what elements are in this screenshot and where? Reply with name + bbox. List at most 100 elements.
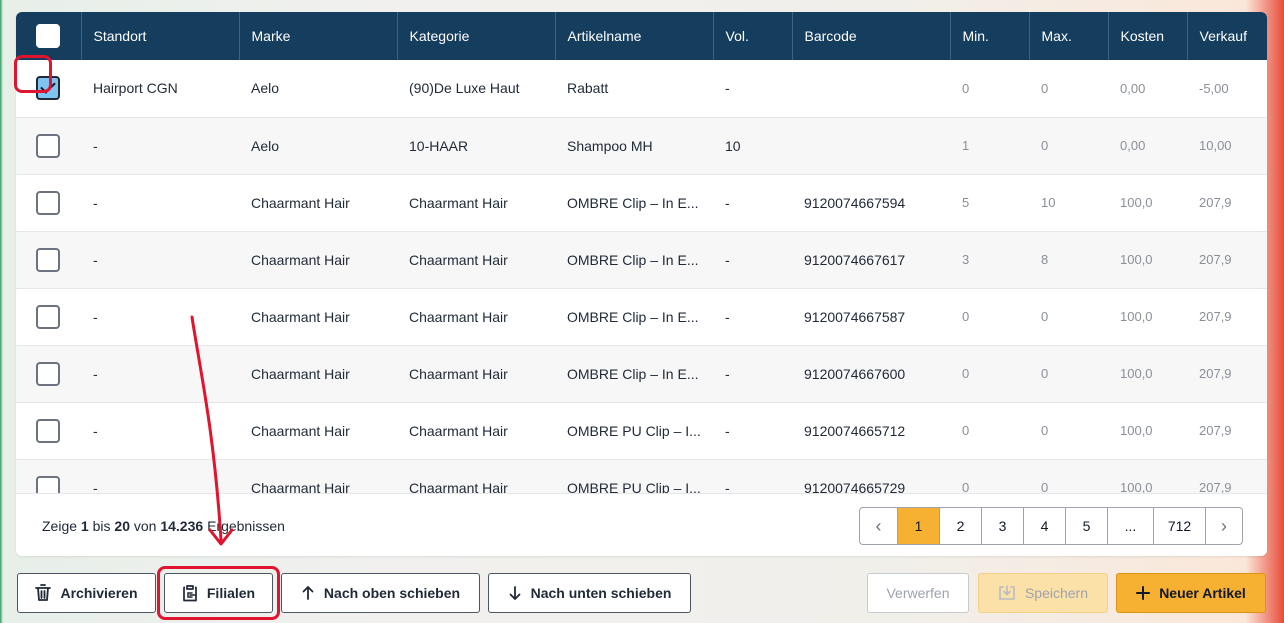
- table-cell: OMBRE Clip – In E...: [567, 308, 699, 325]
- table-header-row: Standort Marke Kategorie Artikelname Vol. Bar…: [16, 12, 1267, 60]
- chevron-left-icon[interactable]: ‹: [860, 508, 898, 544]
- pagination-page[interactable]: 5: [1066, 508, 1108, 544]
- table-cell: 207,9: [1199, 309, 1232, 324]
- branches-button[interactable]: Filialen: [164, 573, 273, 613]
- row-select-cell: [16, 402, 81, 459]
- discard-button-label: Verwerfen: [886, 585, 950, 601]
- column-header[interactable]: Max.: [1029, 12, 1109, 60]
- table-row[interactable]: - Aelo 10-HAAR Shampoo MH 10 1 0 0,00 10,00: [16, 117, 1267, 174]
- table-cell: OMBRE Clip – In E...: [567, 194, 699, 211]
- pagination-page[interactable]: 1: [898, 508, 940, 544]
- table-cell: 207,9: [1199, 480, 1232, 493]
- table-cell: 0,00: [1120, 138, 1146, 153]
- table-cell: 0: [962, 366, 970, 381]
- move-down-button[interactable]: Nach unten schieben: [488, 573, 691, 613]
- arrow-up-icon: [302, 586, 314, 600]
- column-header[interactable]: Kategorie: [397, 12, 556, 60]
- table-cell: -: [725, 308, 730, 325]
- table-row[interactable]: - Chaarmant Hair Chaarmant Hair OMBRE Clip …: [16, 345, 1267, 402]
- chevron-right-icon[interactable]: ›: [1206, 508, 1242, 544]
- table-cell: 0: [962, 480, 970, 493]
- table-row[interactable]: - Chaarmant Hair Chaarmant Hair OMBRE Clip …: [16, 231, 1267, 288]
- articles-card: Standort Marke Kategorie Artikelname Vol. Bar…: [16, 12, 1267, 556]
- table-cell: Chaarmant Hair: [251, 194, 350, 211]
- archive-button-label: Archivieren: [60, 585, 138, 601]
- table-footer: Zeige 1 bis 20 von 14.236 Ergebnissen ‹ 1…: [16, 493, 1267, 556]
- column-header[interactable]: Verkauf: [1187, 12, 1267, 60]
- row-checkbox[interactable]: [36, 247, 60, 272]
- new-item-button[interactable]: Neuer Artikel: [1116, 573, 1266, 613]
- table-cell: Hairport CGN: [93, 80, 178, 97]
- pagination-page[interactable]: ...: [1108, 508, 1154, 544]
- pagination-page[interactable]: 4: [1024, 508, 1066, 544]
- table-cell: 0: [1041, 80, 1049, 96]
- row-checkbox[interactable]: [36, 190, 60, 215]
- table-cell: OMBRE Clip – In E...: [567, 251, 699, 268]
- table-cell: -: [725, 251, 730, 268]
- table-cell: Chaarmant Hair: [251, 308, 350, 325]
- column-header[interactable]: Kosten: [1108, 12, 1188, 60]
- column-header[interactable]: Artikelname: [555, 12, 714, 60]
- row-checkbox[interactable]: [36, 475, 60, 493]
- table-cell: 100,0: [1120, 309, 1153, 324]
- pagination-page[interactable]: 2: [940, 508, 982, 544]
- column-header[interactable]: Vol.: [713, 12, 793, 60]
- table-cell: 0: [1041, 138, 1049, 153]
- table-cell: 100,0: [1120, 423, 1153, 438]
- table-cell: Chaarmant Hair: [409, 251, 508, 268]
- table-cell: 207,9: [1199, 252, 1232, 267]
- table-cell: -: [93, 422, 98, 439]
- row-select-cell: [16, 288, 81, 345]
- move-up-button[interactable]: Nach oben schieben: [281, 573, 480, 613]
- archive-button[interactable]: Archivieren: [17, 573, 156, 613]
- table-cell: Chaarmant Hair: [409, 308, 508, 325]
- column-header[interactable]: Barcode: [792, 12, 951, 60]
- summary-von: von: [133, 518, 157, 534]
- pagination-page[interactable]: 3: [982, 508, 1024, 544]
- table-cell: 5: [962, 195, 970, 210]
- table-row[interactable]: - Chaarmant Hair Chaarmant Hair OMBRE PU Cl…: [16, 402, 1267, 459]
- table-cell: -: [93, 137, 98, 154]
- table-cell: -: [93, 251, 98, 268]
- row-checkbox[interactable]: [36, 76, 60, 101]
- column-header[interactable]: Marke: [239, 12, 398, 60]
- table-cell: (90)De Luxe Haut: [409, 80, 520, 97]
- table-cell: -: [725, 422, 730, 439]
- table-cell: 10: [1041, 195, 1056, 210]
- select-all-checkbox[interactable]: [36, 24, 60, 48]
- column-header[interactable]: Standort: [81, 12, 240, 60]
- row-select-cell: [16, 60, 81, 117]
- save-button-label: Speichern: [1024, 585, 1089, 601]
- table-cell: Rabatt: [567, 80, 609, 97]
- table-cell: -: [93, 365, 98, 382]
- discard-button[interactable]: Verwerfen: [867, 573, 969, 613]
- table-cell: Chaarmant Hair: [251, 422, 350, 439]
- table-cell: 10,00: [1199, 138, 1232, 153]
- table-cell: 0: [1041, 423, 1049, 438]
- column-header[interactable]: Min.: [950, 12, 1030, 60]
- table-row[interactable]: - Chaarmant Hair Chaarmant Hair OMBRE Clip …: [16, 174, 1267, 231]
- row-checkbox[interactable]: [36, 418, 60, 443]
- table-cell: 10-HAAR: [409, 137, 469, 154]
- table-cell: Chaarmant Hair: [409, 365, 508, 382]
- row-select-cell: [16, 459, 81, 493]
- row-select-cell: [16, 345, 81, 402]
- row-checkbox[interactable]: [36, 133, 60, 158]
- table-cell: 207,9: [1199, 366, 1232, 381]
- table-cell: -: [93, 308, 98, 325]
- row-checkbox[interactable]: [36, 304, 60, 329]
- table-row[interactable]: - Chaarmant Hair Chaarmant Hair OMBRE Clip …: [16, 288, 1267, 345]
- table-cell: -: [725, 479, 730, 494]
- pagination-page[interactable]: 712: [1154, 508, 1206, 544]
- articles-table-container[interactable]: Standort Marke Kategorie Artikelname Vol. Bar…: [16, 12, 1267, 493]
- table-cell: 0,00: [1120, 80, 1146, 96]
- table-cell: -: [725, 194, 730, 211]
- save-button[interactable]: Speichern: [978, 573, 1108, 613]
- table-row[interactable]: - Chaarmant Hair Chaarmant Hair OMBRE PU Cl…: [16, 459, 1267, 493]
- row-select-cell: [16, 117, 81, 174]
- table-cell: 0: [962, 423, 970, 438]
- table-row[interactable]: Hairport CGN Aelo (90)De Luxe Haut Rabatt - 0…: [16, 60, 1267, 117]
- row-checkbox[interactable]: [36, 361, 60, 386]
- table-cell: 100,0: [1120, 366, 1153, 381]
- plus-icon: [1136, 586, 1151, 600]
